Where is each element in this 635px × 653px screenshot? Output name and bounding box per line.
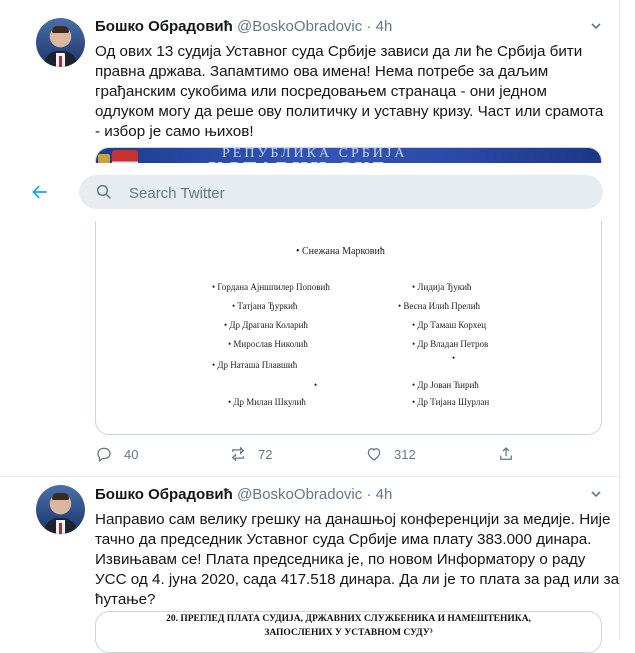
tweet-text-line: - избор је само њихов! <box>95 123 254 140</box>
author-name[interactable]: Бошко Обрадовић <box>95 18 233 35</box>
like-button[interactable]: 312 <box>365 445 416 463</box>
separator-dot: · <box>366 18 372 35</box>
judge-name: • Др Милан Шкулић <box>228 397 306 407</box>
retweet-count: 72 <box>258 446 273 462</box>
retweet-button[interactable]: 72 <box>229 445 272 463</box>
document-heading: 20. ПРЕГЛЕД ПЛАТА СУДИЈА, ДРЖАВНИХ СЛУЖБ… <box>96 612 601 640</box>
tweet-text-line: одлуком могу да реше ову политичку и уст… <box>95 103 604 120</box>
judge-name: • Гордана Ајншпилер Поповић <box>212 282 330 292</box>
tweet-text-line: правна држава. Запамтимо ова имена! Нема… <box>95 63 549 80</box>
timeline: Бошко Обрадовић @BoskoObradovic · 4h Од … <box>0 0 620 653</box>
share-icon <box>500 447 512 460</box>
tweet-text: Направио сам велику грешку на данашњој к… <box>95 510 620 610</box>
search-box[interactable] <box>79 175 603 211</box>
reply-button[interactable]: 40 <box>95 445 138 463</box>
judge-name: • Мирослав Николић <box>228 339 308 349</box>
like-count: 312 <box>394 446 416 462</box>
author-name[interactable]: Бошко Обрадовић <box>95 486 233 503</box>
judge-name: • Др Тијана Шурлан <box>412 397 490 407</box>
author-handle[interactable]: @BoskoObradovic <box>237 18 362 35</box>
chevron-down-icon[interactable] <box>590 20 602 35</box>
tweet-actions: 40 72 312 <box>95 445 600 465</box>
judge-name: • Лидија Ђукић <box>412 282 472 292</box>
tweet-text-line: тачно да председник Уставног суда Србије… <box>95 531 592 548</box>
judge-name: • Весна Илић Прелић <box>398 301 481 311</box>
tweet-text-line: ћутање? <box>95 591 156 608</box>
search-input[interactable] <box>127 175 591 211</box>
arrow-left-icon <box>32 185 47 199</box>
judge-name: • Др Тамаш Корхец <box>412 320 487 330</box>
search-header <box>0 163 619 221</box>
separator-dot: · <box>366 486 372 503</box>
tweet-text-line: Направио сам велику грешку на данашњој к… <box>95 511 611 528</box>
judge-name: • Др Наташа Плавшић <box>212 360 298 370</box>
bullet: • <box>452 353 456 363</box>
avatar[interactable] <box>36 18 85 67</box>
document-heading-line: 20. ПРЕГЛЕД ПЛАТА СУДИЈА, ДРЖАВНИХ СЛУЖБ… <box>166 614 531 624</box>
judge-name: • Татјана Ђуркић <box>232 301 298 311</box>
judge-name: • Др Владан Петров <box>412 339 489 349</box>
tweet-text-line: Од ових 13 судија Уставног суда Србије з… <box>95 43 583 60</box>
retweet-icon <box>231 446 245 462</box>
tweet-text-line: УСС од 4. јуна 2020, сада 417.518 динара… <box>95 571 620 588</box>
judge-name: • Др Драгана Коларић <box>224 320 308 330</box>
judge-name: • Снежана Марковић <box>296 246 385 257</box>
tweet-image[interactable]: 20. ПРЕГЛЕД ПЛАТА СУДИЈА, ДРЖАВНИХ СЛУЖБ… <box>95 611 602 653</box>
reply-count: 40 <box>124 446 139 462</box>
share-button[interactable] <box>497 445 515 463</box>
tweet-timestamp[interactable]: 4h <box>376 18 393 35</box>
heart-icon <box>367 448 381 461</box>
judge-name: • Др Јован Ћирић <box>412 380 479 390</box>
tweet-text: Од ових 13 судија Уставног суда Србије з… <box>95 42 604 142</box>
tweet-timestamp[interactable]: 4h <box>376 486 393 503</box>
tweet-text-line: грађанским сукобима или посредовањем стр… <box>95 83 547 100</box>
tweet-text-line: Извињавам се! Плата председника је, по н… <box>95 551 586 568</box>
bullet: • <box>314 380 318 390</box>
tweet[interactable]: Бошко Обрадовић @BoskoObradovic · 4h Нап… <box>0 477 620 653</box>
avatar[interactable] <box>36 485 85 534</box>
document-heading-line: ЗАПОСЛЕНИХ У УСТАВНОМ СУДУ³ <box>264 628 433 638</box>
chevron-down-icon[interactable] <box>590 488 602 503</box>
tweet[interactable]: Бошко Обрадовић @BoskoObradovic · 4h Од … <box>0 0 619 476</box>
author-handle[interactable]: @BoskoObradovic <box>237 486 362 503</box>
tweet-header: Бошко Обрадовић @BoskoObradovic · 4h <box>95 486 392 503</box>
search-icon <box>96 184 111 199</box>
back-button[interactable] <box>30 182 50 202</box>
tweet-header: Бошко Обрадовић @BoskoObradovic · 4h <box>95 18 392 35</box>
reply-icon <box>97 447 111 463</box>
